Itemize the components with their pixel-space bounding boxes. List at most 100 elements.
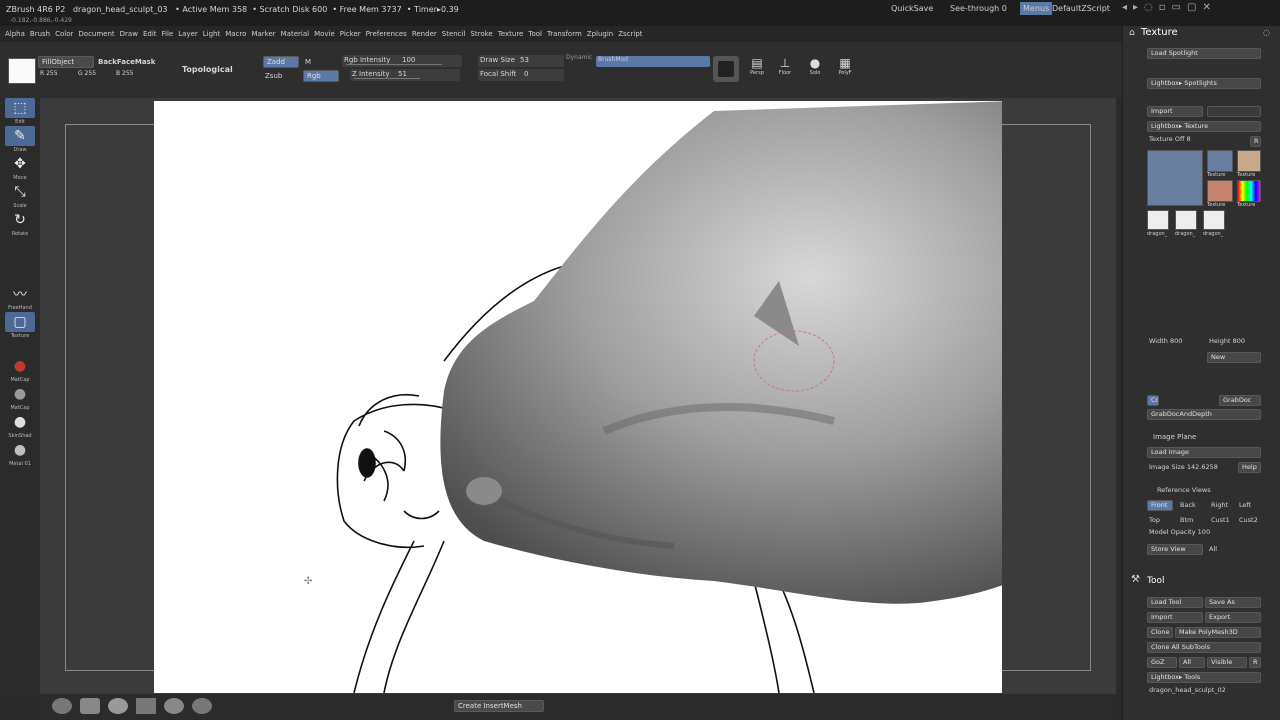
height-slider[interactable]: Height 800 (1209, 337, 1245, 345)
menu-marker[interactable]: Marker (251, 30, 275, 38)
menu-render[interactable]: Render (412, 30, 437, 38)
store-all-button[interactable]: All (1209, 545, 1217, 553)
texture-import-button[interactable]: Import (1147, 106, 1203, 117)
texture-thumb-current[interactable] (1147, 150, 1203, 206)
menu-draw[interactable]: Draw (120, 30, 138, 38)
view-left-button[interactable]: Left (1239, 501, 1251, 509)
texture-off-slider[interactable]: Texture Off 8 (1149, 135, 1191, 143)
topological-button[interactable]: Topological (182, 65, 233, 74)
tray-button-rotate[interactable]: ↻ Rotate (5, 210, 35, 237)
image-size-slider[interactable]: Image Size 142.6258 (1149, 463, 1218, 471)
tray-button-scale[interactable]: ⤡ Scale (5, 182, 35, 209)
menu-transform[interactable]: Transform (547, 30, 582, 38)
view-right-button[interactable]: Right (1211, 501, 1228, 509)
panel-close-icon[interactable]: ◌ (1263, 28, 1270, 37)
tray-button-edit[interactable]: ⬚ Edit (5, 98, 35, 125)
menu-zscript[interactable]: Zscript (618, 30, 642, 38)
menu-document[interactable]: Document (78, 30, 114, 38)
solo-button[interactable]: ● Solo (802, 56, 828, 76)
tray-button-texture[interactable]: ▢ Texture (5, 312, 35, 339)
tray-button-draw[interactable]: ✎ Draw (5, 126, 35, 153)
texture-r-button[interactable]: R (1250, 136, 1261, 147)
tool-import-button[interactable]: Import (1147, 612, 1203, 623)
menu-brush[interactable]: Brush (30, 30, 50, 38)
load-image-button[interactable]: Load Image (1147, 447, 1261, 458)
clone-all-subtools-button[interactable]: Clone All SubTools (1147, 642, 1261, 653)
color-b[interactable]: B 255 (116, 70, 133, 77)
tray-button-skinshad[interactable]: ● SkinShad (5, 412, 35, 439)
tray-button-matcap[interactable]: ● MatCap (5, 384, 35, 411)
view-cust2-button[interactable]: Cust2 (1239, 516, 1258, 524)
create-insert-mesh-button[interactable]: Create InsertMesh (454, 700, 544, 712)
visible-button[interactable]: Visible (1207, 657, 1247, 668)
window-controls[interactable]: ◂▸◌▫▭▢✕ (1122, 2, 1217, 13)
menu-alpha[interactable]: Alpha (5, 30, 25, 38)
menu-light[interactable]: Light (203, 30, 220, 38)
texture-thumb-sketch[interactable] (1203, 210, 1225, 230)
viewport[interactable]: ✣ (40, 98, 1116, 694)
see-through-slider[interactable]: See-through 0 (950, 4, 1007, 13)
zadd-button[interactable]: Zadd (263, 56, 299, 68)
texture-thumb[interactable] (1237, 150, 1261, 172)
texture-thumb[interactable] (1237, 180, 1261, 202)
menu-material[interactable]: Material (281, 30, 309, 38)
floor-button[interactable]: ⊥ Floor (772, 56, 798, 76)
make-polymesh-button[interactable]: Make PolyMesh3D (1175, 627, 1261, 638)
view-cust1-button[interactable]: Cust1 (1211, 516, 1230, 524)
color-swatch[interactable] (8, 58, 36, 84)
spotlight-button[interactable] (713, 56, 739, 82)
fill-object-button[interactable]: FillObject (38, 56, 94, 68)
backface-mask-button[interactable]: BackFaceMask (98, 58, 155, 66)
focal-shift-slider[interactable]: Focal Shift 0 (478, 69, 564, 81)
goz-all-button[interactable]: All (1179, 657, 1205, 668)
model-opacity-slider[interactable]: Model Opacity 100 (1149, 528, 1210, 536)
load-spotlight-button[interactable]: Load Spotlight (1147, 48, 1261, 59)
brush-icon[interactable] (108, 698, 128, 714)
texture-thumb-sketch[interactable] (1147, 210, 1169, 230)
load-tool-button[interactable]: Load Tool (1147, 597, 1203, 608)
cd-button[interactable]: Cd (1147, 395, 1159, 406)
texture-thumb[interactable] (1207, 150, 1233, 172)
menu-stencil[interactable]: Stencil (442, 30, 466, 38)
menu-edit[interactable]: Edit (143, 30, 157, 38)
reference-views-header[interactable]: Reference Views (1157, 486, 1211, 494)
view-top-button[interactable]: Top (1149, 516, 1160, 524)
clone-button[interactable]: Clone (1147, 627, 1173, 638)
menu-stroke[interactable]: Stroke (470, 30, 492, 38)
brush-mod-slider[interactable]: BrushMod (596, 56, 710, 67)
image-plane-header[interactable]: Image Plane (1153, 433, 1196, 441)
brush-icon[interactable] (164, 698, 184, 714)
m-button[interactable]: M (305, 58, 311, 66)
brush-icon[interactable] (52, 698, 72, 714)
tray-button-freehand[interactable]: 〰 FreeHand (5, 284, 35, 311)
store-view-button[interactable]: Store View (1147, 544, 1203, 555)
brush-icon[interactable] (136, 698, 156, 714)
view-back-button[interactable]: Back (1180, 501, 1196, 509)
quicksave-button[interactable]: QuickSave (891, 4, 933, 13)
rgb-button[interactable]: Rgb (303, 70, 339, 82)
document-canvas[interactable] (154, 101, 1002, 693)
default-zscript-button[interactable]: DefaultZScript (1052, 4, 1110, 13)
menu-texture[interactable]: Texture (498, 30, 524, 38)
save-as-button[interactable]: Save As (1205, 597, 1261, 608)
texture-export-button[interactable] (1207, 106, 1261, 117)
color-g[interactable]: G 255 (78, 70, 96, 77)
z-intensity-slider[interactable]: Z Intensity 51 (350, 69, 460, 81)
grab-doc-depth-button[interactable]: GrabDocAndDepth (1147, 409, 1261, 420)
tray-button-matcap[interactable]: ● MatCap (5, 356, 35, 383)
help-button[interactable]: Help (1238, 462, 1261, 473)
tool-r-button[interactable]: R (1249, 657, 1261, 668)
tray-button-move[interactable]: ✥ Move (5, 154, 35, 181)
menu-layer[interactable]: Layer (178, 30, 198, 38)
draw-size-slider[interactable]: Draw Size 53 (478, 55, 564, 67)
texture-thumb-sketch[interactable] (1175, 210, 1197, 230)
grab-doc-button[interactable]: GrabDoc (1219, 395, 1261, 406)
new-texture-button[interactable]: New (1207, 352, 1261, 363)
brush-icon[interactable] (192, 698, 212, 714)
menu-color[interactable]: Color (55, 30, 73, 38)
zsub-button[interactable]: Zsub (265, 72, 282, 80)
persp-button[interactable]: ▤ Persp (744, 56, 770, 76)
goz-button[interactable]: GoZ (1147, 657, 1177, 668)
view-btm-button[interactable]: Btm (1180, 516, 1193, 524)
menu-preferences[interactable]: Preferences (366, 30, 407, 38)
